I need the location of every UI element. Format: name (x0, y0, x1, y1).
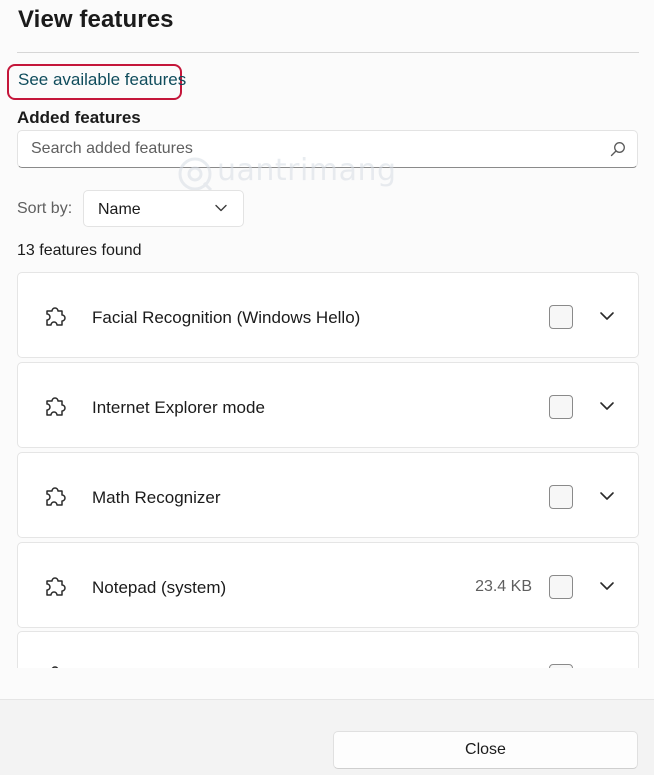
chevron-down-icon (215, 204, 227, 212)
feature-checkbox[interactable] (549, 664, 573, 668)
feature-size: 23.4 KB (475, 578, 532, 595)
feature-name: Facial Recognition (Windows Hello) (92, 308, 361, 327)
feature-item[interactable]: Math Recognizer (17, 452, 639, 538)
features-list[interactable]: Facial Recognition (Windows Hello) Inter… (17, 272, 639, 668)
chevron-down-icon[interactable] (598, 489, 616, 503)
chevron-down-icon[interactable] (598, 309, 616, 323)
feature-item[interactable]: Notepad (system) 23.4 KB (17, 542, 639, 628)
dialog-footer: Close (0, 699, 654, 775)
puzzle-piece-icon (46, 487, 66, 506)
feature-checkbox[interactable] (549, 575, 573, 599)
watermark-text: uantrimang (217, 153, 397, 188)
puzzle-piece-icon (51, 666, 59, 668)
close-button[interactable]: Close (333, 731, 638, 769)
feature-name: Notepad (system) (92, 578, 227, 597)
watermark-logo: uantrimang (175, 150, 400, 194)
chevron-down-icon[interactable] (598, 579, 616, 593)
feature-name: Internet Explorer mode (92, 398, 265, 417)
view-features-dialog: View features See available features Add… (0, 0, 654, 700)
sort-selected-value: Name (98, 201, 141, 218)
feature-checkbox[interactable] (549, 305, 573, 329)
feature-checkbox[interactable] (549, 485, 573, 509)
feature-item[interactable]: Facial Recognition (Windows Hello) (17, 272, 639, 358)
added-features-heading: Added features (17, 108, 141, 127)
feature-item[interactable] (17, 631, 639, 668)
sort-by-label: Sort by: (17, 200, 73, 217)
dialog-title: View features (18, 6, 174, 33)
feature-item[interactable]: Internet Explorer mode (17, 362, 639, 448)
puzzle-piece-icon (46, 397, 66, 416)
puzzle-piece-icon (46, 307, 66, 326)
sort-dropdown[interactable]: Name (83, 190, 244, 227)
search-icon[interactable] (610, 141, 626, 157)
see-available-features-link[interactable]: See available features (18, 70, 186, 90)
features-count: 13 features found (17, 242, 142, 259)
puzzle-piece-icon (46, 577, 66, 596)
title-divider (17, 52, 639, 53)
feature-name: Math Recognizer (92, 488, 221, 507)
chevron-down-icon[interactable] (598, 399, 616, 413)
watermark-icon (178, 157, 213, 192)
feature-checkbox[interactable] (549, 395, 573, 419)
